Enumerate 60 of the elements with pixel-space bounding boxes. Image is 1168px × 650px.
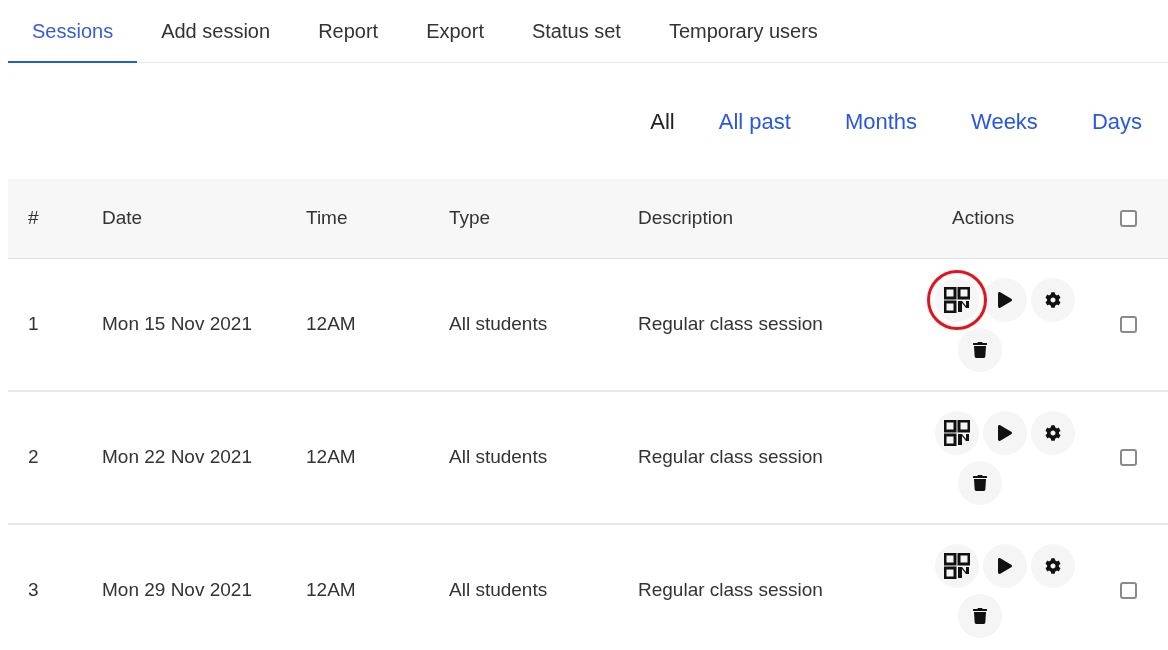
- table-cell: 12AM: [306, 579, 356, 601]
- qr-code-button[interactable]: [935, 410, 979, 455]
- settings-button[interactable]: [1031, 543, 1075, 588]
- column-header: Actions: [952, 207, 1015, 229]
- checkbox[interactable]: [1119, 210, 1137, 227]
- settings-icon: [1045, 291, 1061, 308]
- table-cell: Mon 29 Nov 2021: [102, 579, 252, 601]
- tab[interactable]: Temporary users: [644, 0, 842, 63]
- settings-button[interactable]: [1031, 410, 1075, 455]
- tab[interactable]: Sessions: [8, 0, 138, 63]
- delete-button[interactable]: [958, 593, 1002, 638]
- play-button[interactable]: [983, 410, 1027, 455]
- table-cell: 12AM: [306, 313, 356, 335]
- table-cell: Regular class session: [638, 579, 823, 601]
- settings-icon: [1045, 424, 1061, 441]
- column-header: Time: [306, 207, 348, 229]
- filter-option: All: [650, 104, 675, 138]
- qr-code-icon: [944, 552, 970, 579]
- table-cell: 3: [28, 579, 39, 601]
- qr-code-icon: [944, 419, 970, 446]
- table-cell: All students: [449, 313, 548, 335]
- trash-icon: [972, 607, 988, 624]
- trash-icon: [972, 341, 988, 358]
- column-header: Date: [102, 207, 143, 229]
- table-cell: 1: [28, 313, 39, 335]
- checkbox[interactable]: [1119, 582, 1137, 599]
- checkbox[interactable]: [1119, 316, 1137, 333]
- settings-icon: [1045, 557, 1061, 574]
- filter-link[interactable]: All past: [718, 104, 791, 138]
- settings-button[interactable]: [1031, 277, 1075, 322]
- table-cell: 12AM: [306, 446, 356, 468]
- table-cell: 2: [28, 446, 39, 468]
- tab[interactable]: Report: [294, 0, 403, 63]
- table-cell: Mon 22 Nov 2021: [102, 446, 252, 468]
- column-header: #: [28, 207, 39, 229]
- column-header: Description: [638, 207, 734, 229]
- play-button[interactable]: [983, 543, 1027, 588]
- qr-code-button[interactable]: [935, 543, 979, 588]
- filter-link[interactable]: Months: [844, 104, 918, 138]
- filter-link[interactable]: Weeks: [971, 104, 1038, 138]
- tab[interactable]: Add session: [137, 0, 295, 63]
- trash-icon: [972, 474, 988, 491]
- checkbox[interactable]: [1119, 449, 1137, 466]
- play-icon: [997, 557, 1013, 574]
- qr-code-button[interactable]: [935, 277, 979, 322]
- play-icon: [997, 424, 1013, 441]
- qr-code-icon: [944, 286, 970, 313]
- filter-link[interactable]: Days: [1091, 104, 1142, 138]
- delete-button[interactable]: [958, 460, 1002, 505]
- tab[interactable]: Export: [402, 0, 508, 63]
- column-header: Type: [449, 207, 491, 229]
- table-cell: All students: [449, 579, 548, 601]
- table-cell: Regular class session: [638, 313, 823, 335]
- table-cell: Regular class session: [638, 446, 823, 468]
- table-cell: All students: [449, 446, 548, 468]
- delete-button[interactable]: [958, 327, 1002, 372]
- play-icon: [997, 291, 1013, 308]
- table-cell: Mon 15 Nov 2021: [102, 313, 252, 335]
- play-button[interactable]: [983, 277, 1027, 322]
- tab[interactable]: Status set: [507, 0, 645, 63]
